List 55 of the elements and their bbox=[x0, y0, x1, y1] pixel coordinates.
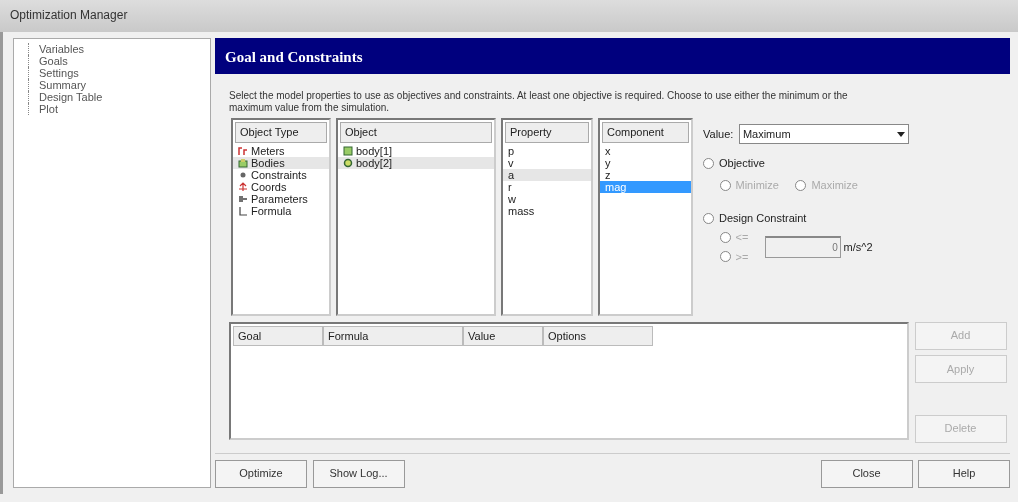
value-label: Value: bbox=[703, 126, 734, 142]
list-item[interactable]: Parameters bbox=[233, 192, 329, 205]
list-item[interactable]: Constraints bbox=[233, 168, 329, 181]
list-item[interactable]: mass bbox=[503, 204, 591, 217]
column-header: Value bbox=[463, 325, 543, 346]
column-header: Object Type bbox=[235, 122, 327, 143]
panel-header: Goal and Constraints bbox=[215, 38, 1010, 74]
list-item[interactable]: Coords bbox=[233, 180, 329, 193]
tree-item[interactable]: Design Table bbox=[28, 91, 210, 103]
dialog-button[interactable]: Help bbox=[918, 459, 1010, 488]
radio-label: Objective bbox=[719, 156, 765, 171]
cube-icon bbox=[343, 145, 353, 156]
column-header: Object bbox=[340, 122, 492, 143]
column-header: Goal bbox=[233, 325, 323, 346]
tree-item[interactable]: Plot bbox=[28, 103, 210, 115]
radio-button[interactable] bbox=[703, 157, 714, 169]
dialog-button[interactable]: Close bbox=[820, 459, 913, 488]
value-dropdown[interactable]: Maximum bbox=[738, 124, 909, 144]
tree-item[interactable]: Variables bbox=[28, 43, 210, 55]
radio-label: Maximize bbox=[811, 178, 858, 193]
column-header: Options bbox=[543, 325, 653, 346]
radio-label: Design Constraint bbox=[719, 211, 807, 226]
window-title: Optimization Manager bbox=[0, 0, 1018, 32]
list-item[interactable]: Bodies bbox=[233, 156, 329, 169]
radio-button[interactable] bbox=[703, 212, 714, 224]
list-item[interactable]: r bbox=[503, 180, 591, 193]
radio-label: >= bbox=[735, 249, 749, 265]
list-item[interactable]: z bbox=[600, 168, 691, 181]
tree-item[interactable]: Settings bbox=[28, 67, 210, 79]
column-header: Formula bbox=[323, 325, 463, 346]
dialog-button[interactable]: Optimize bbox=[215, 459, 307, 488]
column-header: Component bbox=[602, 122, 689, 143]
list-item[interactable]: body[1] bbox=[338, 144, 494, 157]
list-item[interactable]: body[2] bbox=[338, 156, 494, 169]
list-item[interactable]: w bbox=[503, 192, 591, 205]
radio-label: <= bbox=[735, 230, 749, 246]
column-header: Property bbox=[505, 122, 589, 143]
list-item[interactable]: Meters bbox=[233, 144, 329, 157]
corner-icon bbox=[238, 205, 248, 216]
list-item[interactable]: y bbox=[600, 156, 691, 169]
list-item[interactable]: p bbox=[503, 144, 591, 157]
unit-label: m/s^2 bbox=[843, 239, 873, 255]
list-item[interactable]: v bbox=[503, 156, 591, 169]
axes-icon bbox=[238, 181, 248, 192]
list-item[interactable]: Formula bbox=[233, 204, 329, 217]
caret-icon bbox=[896, 131, 905, 137]
ball-icon bbox=[343, 157, 353, 168]
tree-item[interactable]: Summary bbox=[28, 79, 210, 91]
description: Select the model properties to use as objectives and constraints. At least one objective is required. Choose to use either the minimum or the maximum value from the simulation. bbox=[229, 90, 849, 114]
radio-label: Minimize bbox=[735, 178, 779, 193]
list-item[interactable]: a bbox=[503, 168, 591, 181]
dialog-button[interactable]: Show Log... bbox=[312, 459, 405, 488]
list-item[interactable]: x bbox=[600, 144, 691, 157]
box-icon bbox=[238, 157, 248, 168]
tree-item[interactable]: Goals bbox=[28, 55, 210, 67]
